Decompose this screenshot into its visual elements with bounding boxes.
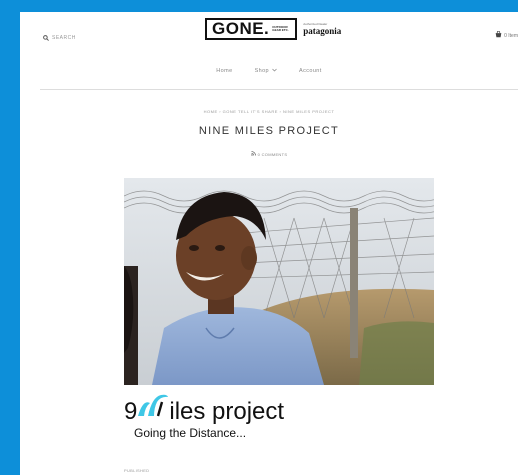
nav-item-label: Shop <box>254 68 270 74</box>
hero-photo <box>124 178 434 385</box>
published-label: Published <box>124 468 150 473</box>
brand-title: 9 iles project <box>124 394 344 425</box>
cart-label: 0 Item <box>504 32 518 39</box>
comments-link[interactable]: 0 Comments <box>20 151 518 157</box>
cart-link[interactable]: 0 Item <box>495 30 518 40</box>
brand-tagline: Going the Distance... <box>134 426 247 440</box>
chevron-down-icon <box>272 68 277 74</box>
rss-icon <box>250 151 256 157</box>
gone-logo: GONE. Outdoor Gear Etc. <box>205 18 298 40</box>
partner-logo: Authorized Dealer patagonia <box>303 22 341 36</box>
partner-name: patagonia <box>303 26 342 36</box>
nine-miles-logo: 9 iles project Going the Distance... <box>124 394 344 440</box>
nav-item-shop[interactable]: Shop <box>255 68 277 74</box>
breadcrumb[interactable]: Home › Gone Tell It's Share › Nine Miles… <box>20 109 518 114</box>
nav-item-account[interactable]: Account <box>299 68 322 74</box>
nav-item-home[interactable]: Home <box>216 68 232 74</box>
brand-number: 9 <box>124 398 138 425</box>
nav-item-label: Home <box>216 68 233 74</box>
page-title: Nine Miles Project <box>198 125 340 137</box>
nav-item-label: Account <box>299 68 322 74</box>
site-logo[interactable]: GONE. Outdoor Gear Etc. Authorized Deale… <box>205 18 341 40</box>
page: Search GONE. Outdoor Gear Etc. Authorize… <box>20 12 518 475</box>
search-icon <box>43 35 49 41</box>
search-link[interactable]: Search <box>43 35 76 41</box>
header-divider <box>40 89 518 90</box>
logo-main-text: GONE. <box>212 19 270 38</box>
main-nav: Home Shop Account <box>20 68 518 74</box>
search-label: Search <box>52 35 76 41</box>
wave-m-icon <box>137 393 169 424</box>
brand-rest: iles project <box>169 398 285 425</box>
logo-tagline: Outdoor Gear Etc. <box>272 24 289 32</box>
cart-icon <box>495 30 502 40</box>
comments-count: 0 Comments <box>257 151 288 157</box>
